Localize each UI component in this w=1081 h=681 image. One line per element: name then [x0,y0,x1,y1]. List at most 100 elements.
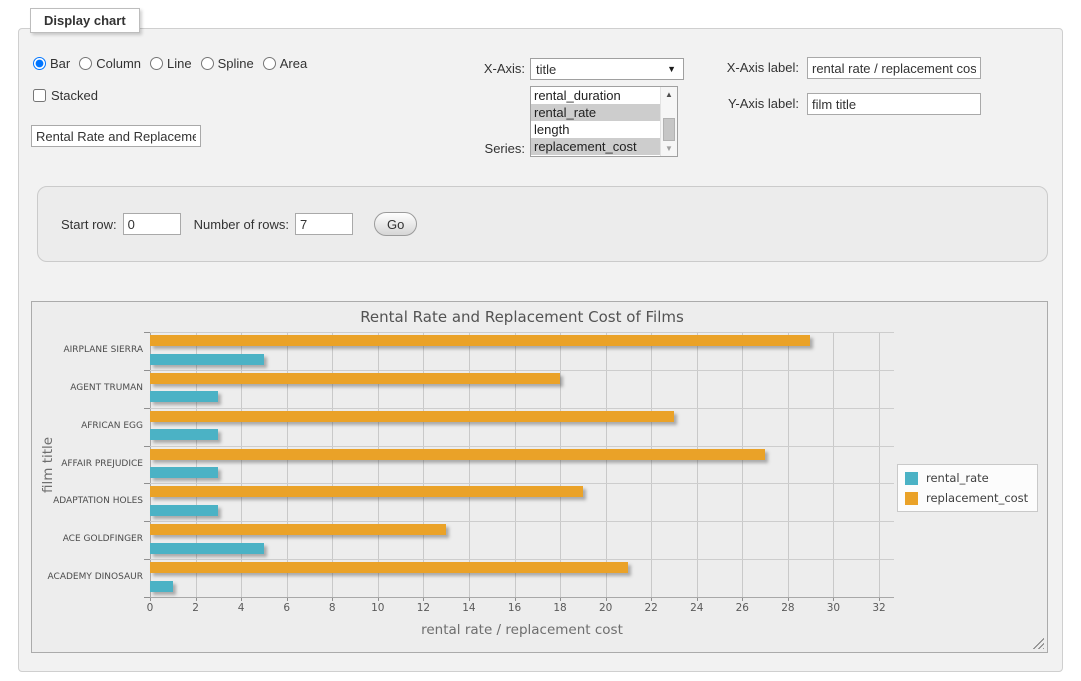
series-option-rental_duration[interactable]: rental_duration [531,87,660,104]
y-axis-tick [144,446,150,447]
legend-swatch-icon [905,472,918,485]
start-row-label: Start row: [61,217,117,232]
chart-type-radio-line[interactable] [150,57,163,70]
panel-legend: Display chart [30,8,140,33]
chart-type-radio-area[interactable] [263,57,276,70]
x-axis-label-input[interactable] [807,57,981,79]
bar-replacement-cost-african-egg [150,411,674,422]
gridline-horizontal [150,446,894,447]
series-scrollbar[interactable]: ▲ ▼ [660,87,677,156]
chart-type-label: Area [280,56,307,71]
chart-type-option-spline[interactable]: Spline [201,56,254,71]
chart-type-option-area[interactable]: Area [263,56,307,71]
legend-swatch-icon [905,492,918,505]
x-tick-label: 28 [770,602,806,614]
gridline-vertical [241,332,242,597]
x-tick-label: 8 [314,602,350,614]
y-axis-tick [144,559,150,560]
stacked-row: Stacked [33,88,98,103]
series-select-label: Series: [457,141,525,156]
gridline-vertical [423,332,424,597]
row-controls-panel: Start row: Number of rows: Go [37,186,1048,262]
gridline-horizontal [150,408,894,409]
x-tick-label: 22 [633,602,669,614]
stacked-label: Stacked [51,88,98,103]
bar-replacement-cost-agent-truman [150,373,560,384]
gridline-vertical [378,332,379,597]
plot-area [150,332,894,597]
gridline-vertical [469,332,470,597]
x-tick-label: 32 [861,602,897,614]
gridline-horizontal [150,332,894,333]
gridline-vertical [287,332,288,597]
x-axis-label-field-label: X-Axis label: [717,60,799,75]
chart-container: Rental Rate and Replacement Cost of Film… [31,301,1048,653]
chart-type-radio-spline[interactable] [201,57,214,70]
x-tick-label: 2 [178,602,214,614]
chart-type-option-line[interactable]: Line [150,56,192,71]
legend-label: replacement_cost [926,491,1028,505]
series-option-rental_rate[interactable]: rental_rate [531,104,660,121]
chart-type-label: Column [96,56,141,71]
go-button[interactable]: Go [374,212,417,236]
y-axis-tick [144,597,150,598]
y-axis-label-field-label: Y-Axis label: [717,96,799,111]
display-chart-panel: Display chart BarColumnLineSplineArea St… [18,28,1063,672]
gridline-vertical [742,332,743,597]
gridline-vertical [651,332,652,597]
category-label: ACE GOLDFINGER [32,534,143,544]
x-tick-label: 30 [815,602,851,614]
bar-rental-rate-ace-goldfinger [150,543,264,554]
bar-replacement-cost-academy-dinosaur [150,562,628,573]
y-axis-tick [144,408,150,409]
gridline-vertical [606,332,607,597]
y-axis-label-input[interactable] [807,93,981,115]
chart-title-input[interactable] [31,125,201,147]
x-axis-line [150,597,894,598]
gridline-vertical [560,332,561,597]
scroll-up-icon[interactable]: ▲ [661,87,677,102]
gridline-vertical [515,332,516,597]
chart-type-radio-bar[interactable] [33,57,46,70]
bar-rental-rate-affair-prejudice [150,467,218,478]
legend-label: rental_rate [926,471,989,485]
category-label: AIRPLANE SIERRA [32,345,143,355]
chart-type-label: Spline [218,56,254,71]
gridline-vertical [196,332,197,597]
gridline-vertical [332,332,333,597]
start-row-input[interactable] [123,213,181,235]
x-axis-selected-value: title [536,62,556,77]
scroll-down-icon[interactable]: ▼ [661,141,677,156]
number-of-rows-input[interactable] [295,213,353,235]
bar-rental-rate-adaptation-holes [150,505,218,516]
x-tick-label: 0 [132,602,168,614]
number-of-rows-label: Number of rows: [194,217,289,232]
x-tick-label: 6 [269,602,305,614]
gridline-vertical [833,332,834,597]
gridline-horizontal [150,483,894,484]
y-axis-tick [144,483,150,484]
series-option-length[interactable]: length [531,121,660,138]
gridline-horizontal [150,521,894,522]
stacked-checkbox[interactable] [33,89,46,102]
y-axis-line [150,332,151,597]
x-axis-select[interactable]: title ▼ [530,58,684,80]
series-multiselect[interactable]: rental_durationrental_ratelengthreplacem… [530,86,678,157]
bar-rental-rate-airplane-sierra [150,354,264,365]
series-option-replacement_cost[interactable]: replacement_cost [531,138,660,155]
bar-rental-rate-academy-dinosaur [150,581,173,592]
x-tick-label: 10 [360,602,396,614]
chart-type-option-bar[interactable]: Bar [33,56,70,71]
x-axis-select-label: X-Axis: [457,61,525,76]
dropdown-arrow-icon: ▼ [667,64,676,74]
resize-handle-icon[interactable] [1032,637,1044,649]
bar-rental-rate-agent-truman [150,391,218,402]
bar-replacement-cost-ace-goldfinger [150,524,446,535]
chart-type-label: Bar [50,56,70,71]
scrollbar-thumb[interactable] [663,118,675,141]
chart-type-radio-group: Bar Column Line Spline Area [33,56,307,71]
chart-type-radio-column[interactable] [79,57,92,70]
bar-replacement-cost-airplane-sierra [150,335,810,346]
chart-type-option-column[interactable]: Column [79,56,141,71]
x-tick-label: 14 [451,602,487,614]
